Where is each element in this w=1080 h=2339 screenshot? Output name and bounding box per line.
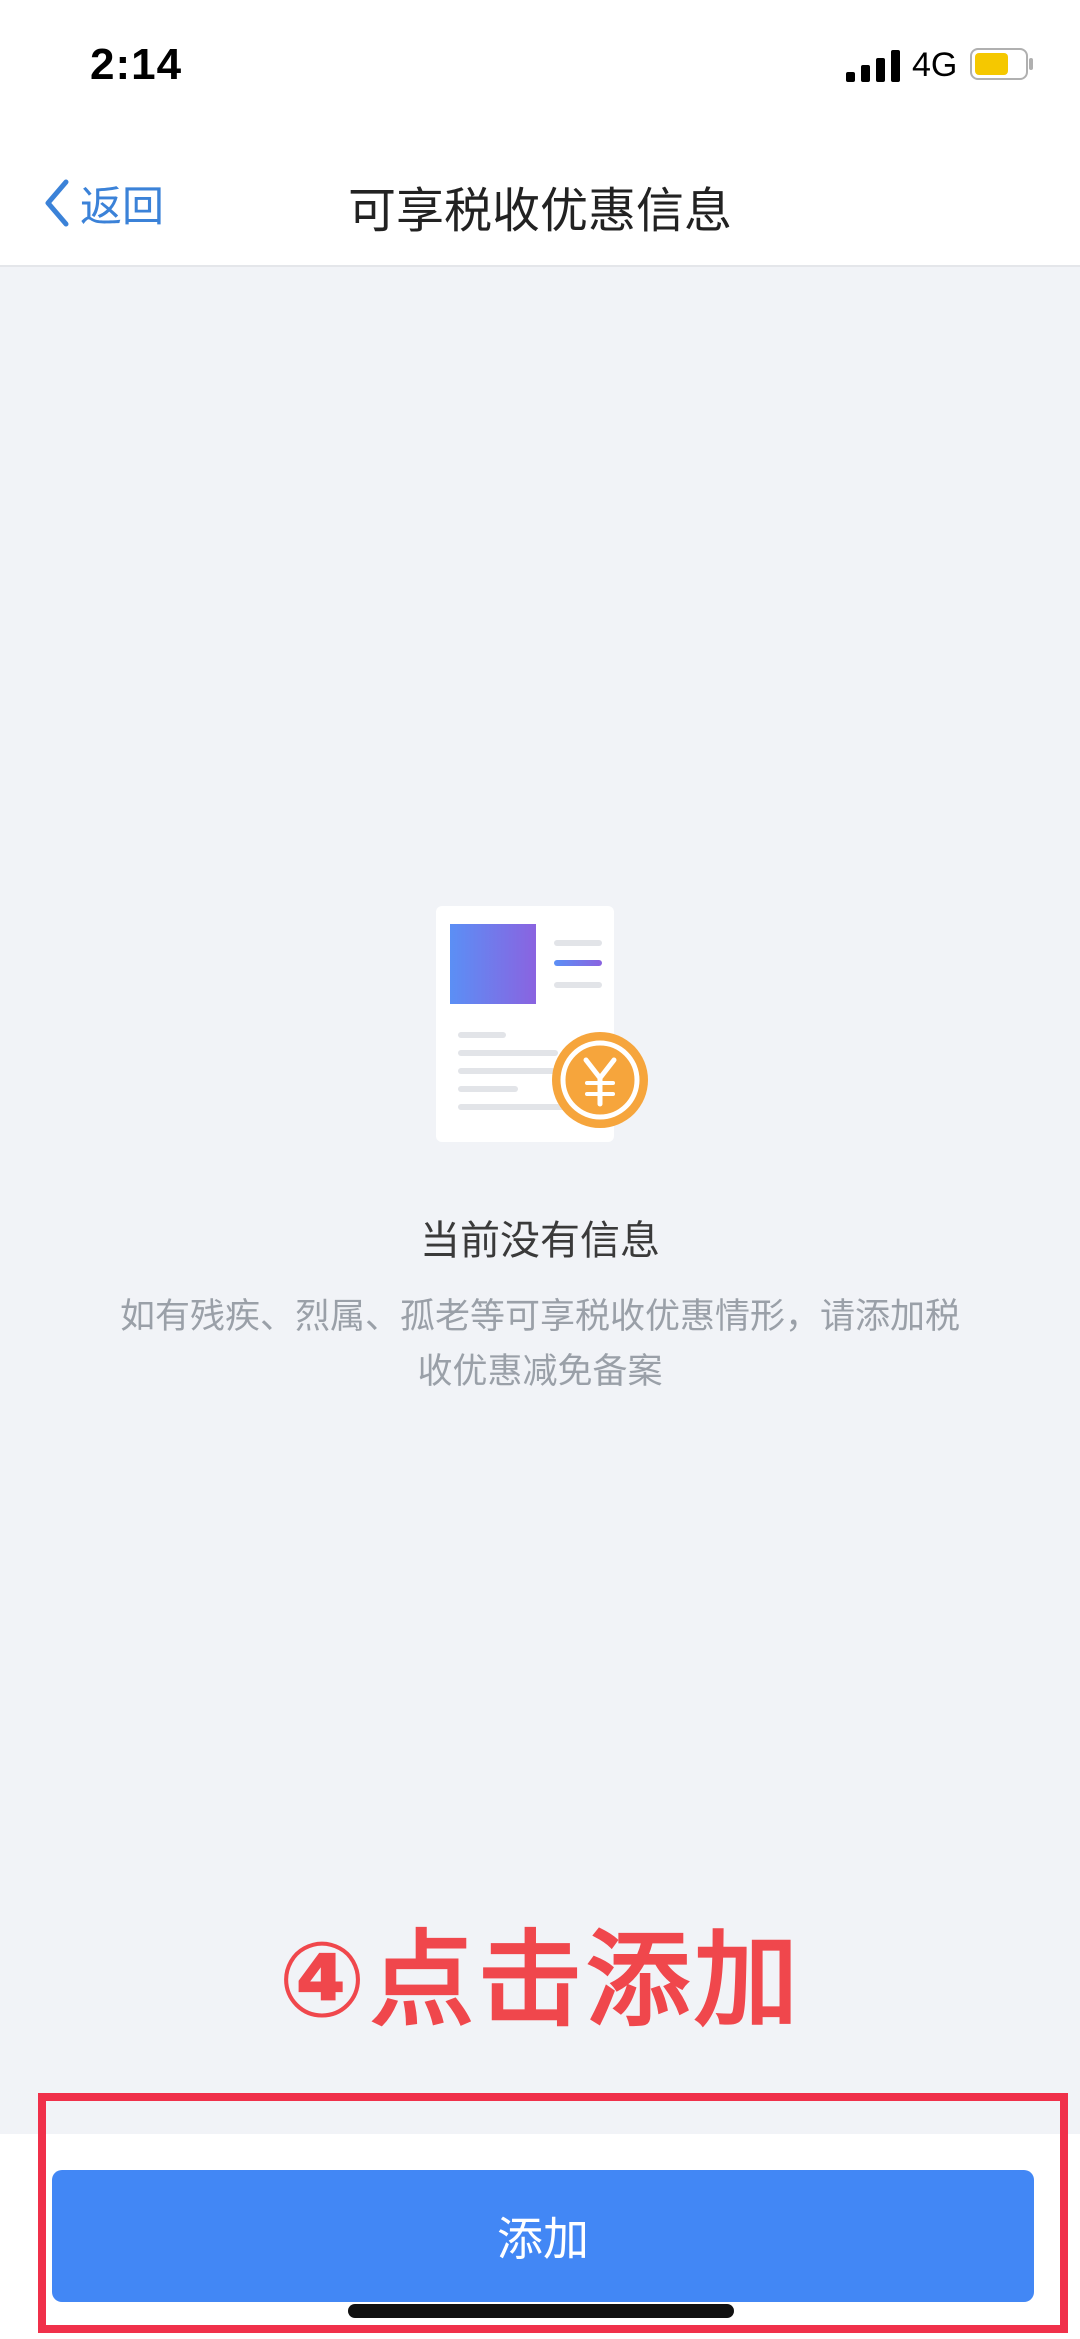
battery-icon [970,48,1033,80]
tutorial-annotation: ④点击添加 [277,1919,803,2041]
status-bar: 2:14 4G [0,0,1080,135]
nav-bar: 返回 可享税收优惠信息 [0,135,1080,267]
document-yuan-icon [436,906,648,1142]
empty-state-description: 如有残疾、烈属、孤老等可享税收优惠情形，请添加税收优惠减免备案 [119,1297,960,1392]
annotation-highlight-box [38,2093,1068,2333]
cellular-signal-icon [846,50,900,82]
network-type: 4G [912,46,958,84]
page-title: 可享税收优惠信息 [347,183,732,239]
empty-state-title: 当前没有信息 [420,1218,660,1264]
status-time: 2:14 [90,40,183,89]
home-indicator [348,2304,734,2318]
